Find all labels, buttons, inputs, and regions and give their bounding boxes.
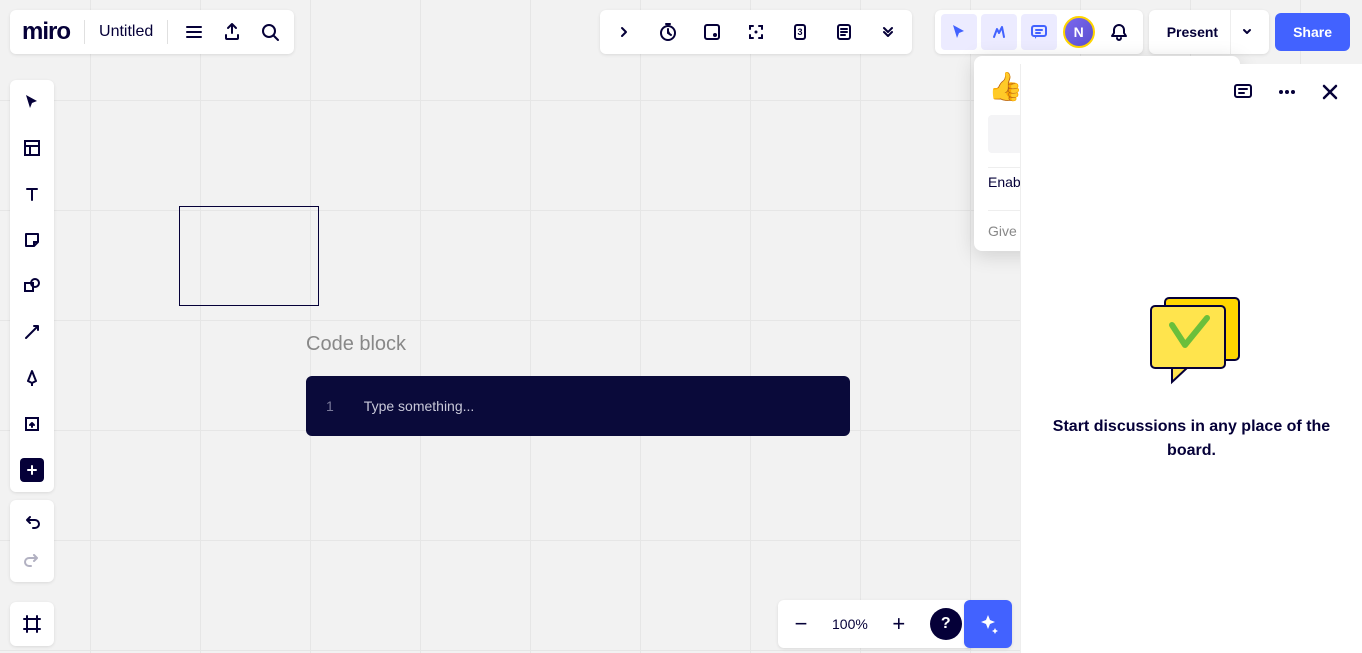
select-tool[interactable] [18,88,46,116]
line-number: 1 [326,398,334,414]
empty-state-text: Start discussions in any place of the bo… [1045,415,1338,463]
pen-tool[interactable] [18,364,46,392]
center-toolbar: 3 [600,10,912,54]
zoom-in-button[interactable]: + [888,611,910,637]
collapse-icon[interactable] [608,16,640,48]
code-block-label: Code block [306,333,406,356]
panel-filter-icon[interactable] [1232,81,1254,103]
shape-tool[interactable] [18,272,46,300]
undo-button[interactable] [20,510,44,534]
line-tool[interactable] [18,318,46,346]
comment-mode-icon[interactable] [1021,14,1057,50]
zoom-controls: − 100% + ? [778,600,974,648]
user-avatar[interactable]: N [1061,14,1097,50]
collab-tools: N [935,10,1143,54]
notifications-icon[interactable] [1101,14,1137,50]
note-icon[interactable] [828,16,860,48]
present-label: Present [1167,24,1218,40]
top-right-bar: N Present Share [935,10,1350,54]
focus-icon[interactable] [740,16,772,48]
menu-icon[interactable] [182,20,206,44]
divider [84,20,85,44]
sticky-tool[interactable] [18,226,46,254]
timer-icon[interactable] [652,16,684,48]
top-left-toolbar: miro Untitled [10,10,294,54]
cursor-tracking-icon[interactable] [941,14,977,50]
text-tool[interactable] [18,180,46,208]
panel-more-icon[interactable] [1276,81,1298,103]
frames-panel-button[interactable] [10,602,54,646]
more-icon[interactable] [872,16,904,48]
panel-header [1021,64,1362,120]
export-icon[interactable] [220,20,244,44]
logo[interactable]: miro [22,18,70,46]
voting-icon[interactable] [696,16,728,48]
zoom-out-button[interactable]: − [790,611,812,637]
template-tool[interactable] [18,134,46,162]
share-button[interactable]: Share [1275,13,1350,51]
avatar-initial: N [1063,16,1095,48]
undo-redo-box [10,500,54,582]
share-label: Share [1293,24,1332,40]
divider [167,20,168,44]
chevron-down-icon[interactable] [1230,10,1263,54]
code-placeholder: Type something... [364,398,475,414]
help-button[interactable]: ? [930,608,962,640]
left-toolbar [10,80,54,492]
more-tools[interactable] [18,456,46,484]
code-block[interactable]: 1 Type something... [306,376,850,436]
frame-tool[interactable] [18,410,46,438]
zoom-value[interactable]: 100% [832,616,868,632]
panel-body: Start discussions in any place of the bo… [1021,120,1362,463]
ai-button[interactable] [964,600,1012,648]
svg-text:3: 3 [797,27,802,37]
reactions-icon[interactable] [981,14,1017,50]
rectangle-shape[interactable] [179,206,319,306]
empty-state-illustration [1137,290,1247,385]
present-button[interactable]: Present [1149,10,1269,54]
redo-button[interactable] [20,548,44,572]
board-title[interactable]: Untitled [99,23,153,41]
reaction-thumbs-up[interactable]: 👍 [988,70,1023,103]
search-icon[interactable] [258,20,282,44]
estimate-icon[interactable]: 3 [784,16,816,48]
comments-panel: Start discussions in any place of the bo… [1020,64,1362,653]
close-icon[interactable] [1320,82,1340,102]
